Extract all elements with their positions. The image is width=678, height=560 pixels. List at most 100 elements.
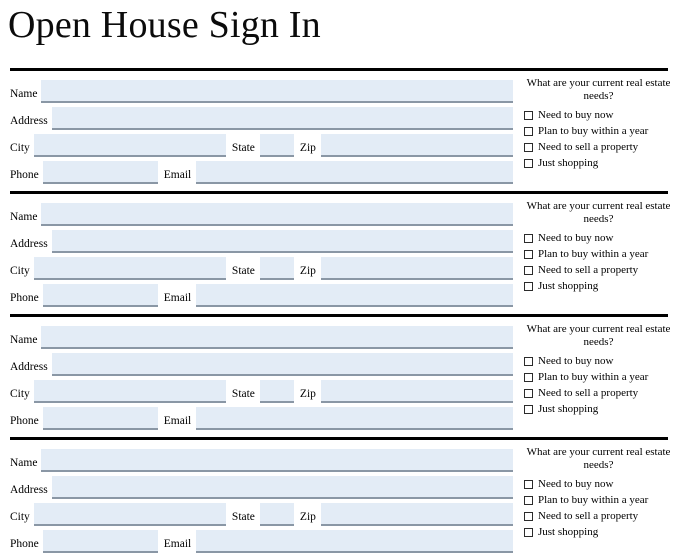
checkbox-icon[interactable] xyxy=(524,143,533,152)
needs-checkbox-item[interactable]: Just shopping xyxy=(524,402,678,417)
name-input[interactable] xyxy=(41,449,513,472)
needs-checkbox-item[interactable]: Need to buy now xyxy=(524,108,678,123)
phone-email-row: Phone Email xyxy=(0,526,514,553)
checkbox-icon[interactable] xyxy=(524,234,533,243)
checkbox-icon[interactable] xyxy=(524,389,533,398)
city-input[interactable] xyxy=(33,257,226,280)
zip-input[interactable] xyxy=(320,380,514,403)
checkbox-icon[interactable] xyxy=(524,496,533,505)
checkbox-icon[interactable] xyxy=(524,512,533,521)
signin-entry-block: Name Address City State Zip Phone Email What ar… xyxy=(0,437,678,560)
needs-checkbox-item[interactable]: Need to sell a property xyxy=(524,140,678,155)
name-row: Name xyxy=(0,445,514,472)
checkbox-icon[interactable] xyxy=(524,373,533,382)
email-input[interactable] xyxy=(196,161,513,184)
needs-question-text: What are your current real estate needs? xyxy=(526,323,671,348)
checkbox-icon[interactable] xyxy=(524,250,533,259)
phone-input[interactable] xyxy=(42,407,158,430)
zip-input[interactable] xyxy=(320,257,514,280)
name-input[interactable] xyxy=(41,80,513,103)
email-input[interactable] xyxy=(196,284,513,307)
address-input[interactable] xyxy=(51,476,513,499)
checkbox-icon[interactable] xyxy=(524,159,533,168)
needs-checkbox-item[interactable]: Need to buy now xyxy=(524,477,678,492)
city-input[interactable] xyxy=(33,380,226,403)
state-label: State xyxy=(225,265,260,280)
zip-label: Zip xyxy=(293,265,321,280)
needs-option-label: Plan to buy within a year xyxy=(538,494,649,506)
state-input[interactable] xyxy=(259,134,294,157)
zip-label: Zip xyxy=(293,388,321,403)
name-label: Name xyxy=(0,457,42,472)
signin-entry-block: Name Address City State Zip Phone Email What ar… xyxy=(0,191,678,314)
needs-checkbox-list: Need to buy now Plan to buy within a year… xyxy=(524,477,678,541)
page-title: Open House Sign In xyxy=(8,4,321,46)
name-input[interactable] xyxy=(41,203,513,226)
needs-option-label: Need to buy now xyxy=(538,109,614,121)
needs-option-label: Just shopping xyxy=(538,526,599,538)
state-input[interactable] xyxy=(259,503,294,526)
name-label: Name xyxy=(0,334,42,349)
city-label: City xyxy=(0,265,34,280)
needs-option-label: Need to buy now xyxy=(538,232,614,244)
name-input[interactable] xyxy=(41,326,513,349)
phone-input[interactable] xyxy=(42,284,158,307)
needs-checkbox-item[interactable]: Plan to buy within a year xyxy=(524,493,678,508)
checkbox-icon[interactable] xyxy=(524,405,533,414)
city-label: City xyxy=(0,388,34,403)
signin-entry-block: Name Address City State Zip Phone Email What ar… xyxy=(0,68,678,191)
real-estate-needs-section: What are your current real estate needs?… xyxy=(519,440,678,560)
state-input[interactable] xyxy=(259,380,294,403)
needs-option-label: Need to sell a property xyxy=(538,141,639,153)
phone-email-row: Phone Email xyxy=(0,403,514,430)
needs-question-text: What are your current real estate needs? xyxy=(526,200,671,225)
needs-checkbox-item[interactable]: Need to sell a property xyxy=(524,386,678,401)
address-label: Address xyxy=(0,115,52,130)
needs-checkbox-item[interactable]: Plan to buy within a year xyxy=(524,124,678,139)
phone-input[interactable] xyxy=(42,530,158,553)
real-estate-needs-section: What are your current real estate needs?… xyxy=(519,71,678,191)
needs-checkbox-item[interactable]: Just shopping xyxy=(524,279,678,294)
address-input[interactable] xyxy=(51,353,513,376)
city-input[interactable] xyxy=(33,134,226,157)
checkbox-icon[interactable] xyxy=(524,528,533,537)
checkbox-icon[interactable] xyxy=(524,111,533,120)
entry-block-inner: Name Address City State Zip Phone Email What ar… xyxy=(0,71,678,191)
address-input[interactable] xyxy=(51,230,513,253)
needs-option-label: Need to buy now xyxy=(538,478,614,490)
checkbox-icon[interactable] xyxy=(524,127,533,136)
address-input[interactable] xyxy=(51,107,513,130)
checkbox-icon[interactable] xyxy=(524,480,533,489)
address-row: Address xyxy=(0,349,514,376)
checkbox-icon[interactable] xyxy=(524,282,533,291)
needs-checkbox-item[interactable]: Just shopping xyxy=(524,156,678,171)
email-label: Email xyxy=(157,538,197,553)
state-input[interactable] xyxy=(259,257,294,280)
entry-block-inner: Name Address City State Zip Phone Email What ar… xyxy=(0,440,678,560)
needs-checkbox-item[interactable]: Just shopping xyxy=(524,525,678,540)
needs-checkbox-item[interactable]: Need to sell a property xyxy=(524,263,678,278)
needs-checkbox-list: Need to buy now Plan to buy within a year… xyxy=(524,108,678,172)
sign-in-sheet-page: Open House Sign In Name Address City State Z… xyxy=(0,0,678,557)
email-input[interactable] xyxy=(196,407,513,430)
zip-input[interactable] xyxy=(320,134,514,157)
email-input[interactable] xyxy=(196,530,513,553)
needs-question-text: What are your current real estate needs? xyxy=(526,446,671,471)
needs-option-label: Just shopping xyxy=(538,403,599,415)
phone-input[interactable] xyxy=(42,161,158,184)
city-label: City xyxy=(0,142,34,157)
needs-checkbox-item[interactable]: Need to buy now xyxy=(524,231,678,246)
needs-checkbox-item[interactable]: Need to buy now xyxy=(524,354,678,369)
needs-checkbox-item[interactable]: Need to sell a property xyxy=(524,509,678,524)
address-label: Address xyxy=(0,238,52,253)
checkbox-icon[interactable] xyxy=(524,357,533,366)
needs-checkbox-item[interactable]: Plan to buy within a year xyxy=(524,247,678,262)
needs-checkbox-list: Need to buy now Plan to buy within a year… xyxy=(524,231,678,295)
city-input[interactable] xyxy=(33,503,226,526)
needs-option-label: Need to buy now xyxy=(538,355,614,367)
city-state-zip-row: City State Zip xyxy=(0,376,514,403)
name-row: Name xyxy=(0,199,514,226)
needs-checkbox-item[interactable]: Plan to buy within a year xyxy=(524,370,678,385)
zip-input[interactable] xyxy=(320,503,514,526)
checkbox-icon[interactable] xyxy=(524,266,533,275)
